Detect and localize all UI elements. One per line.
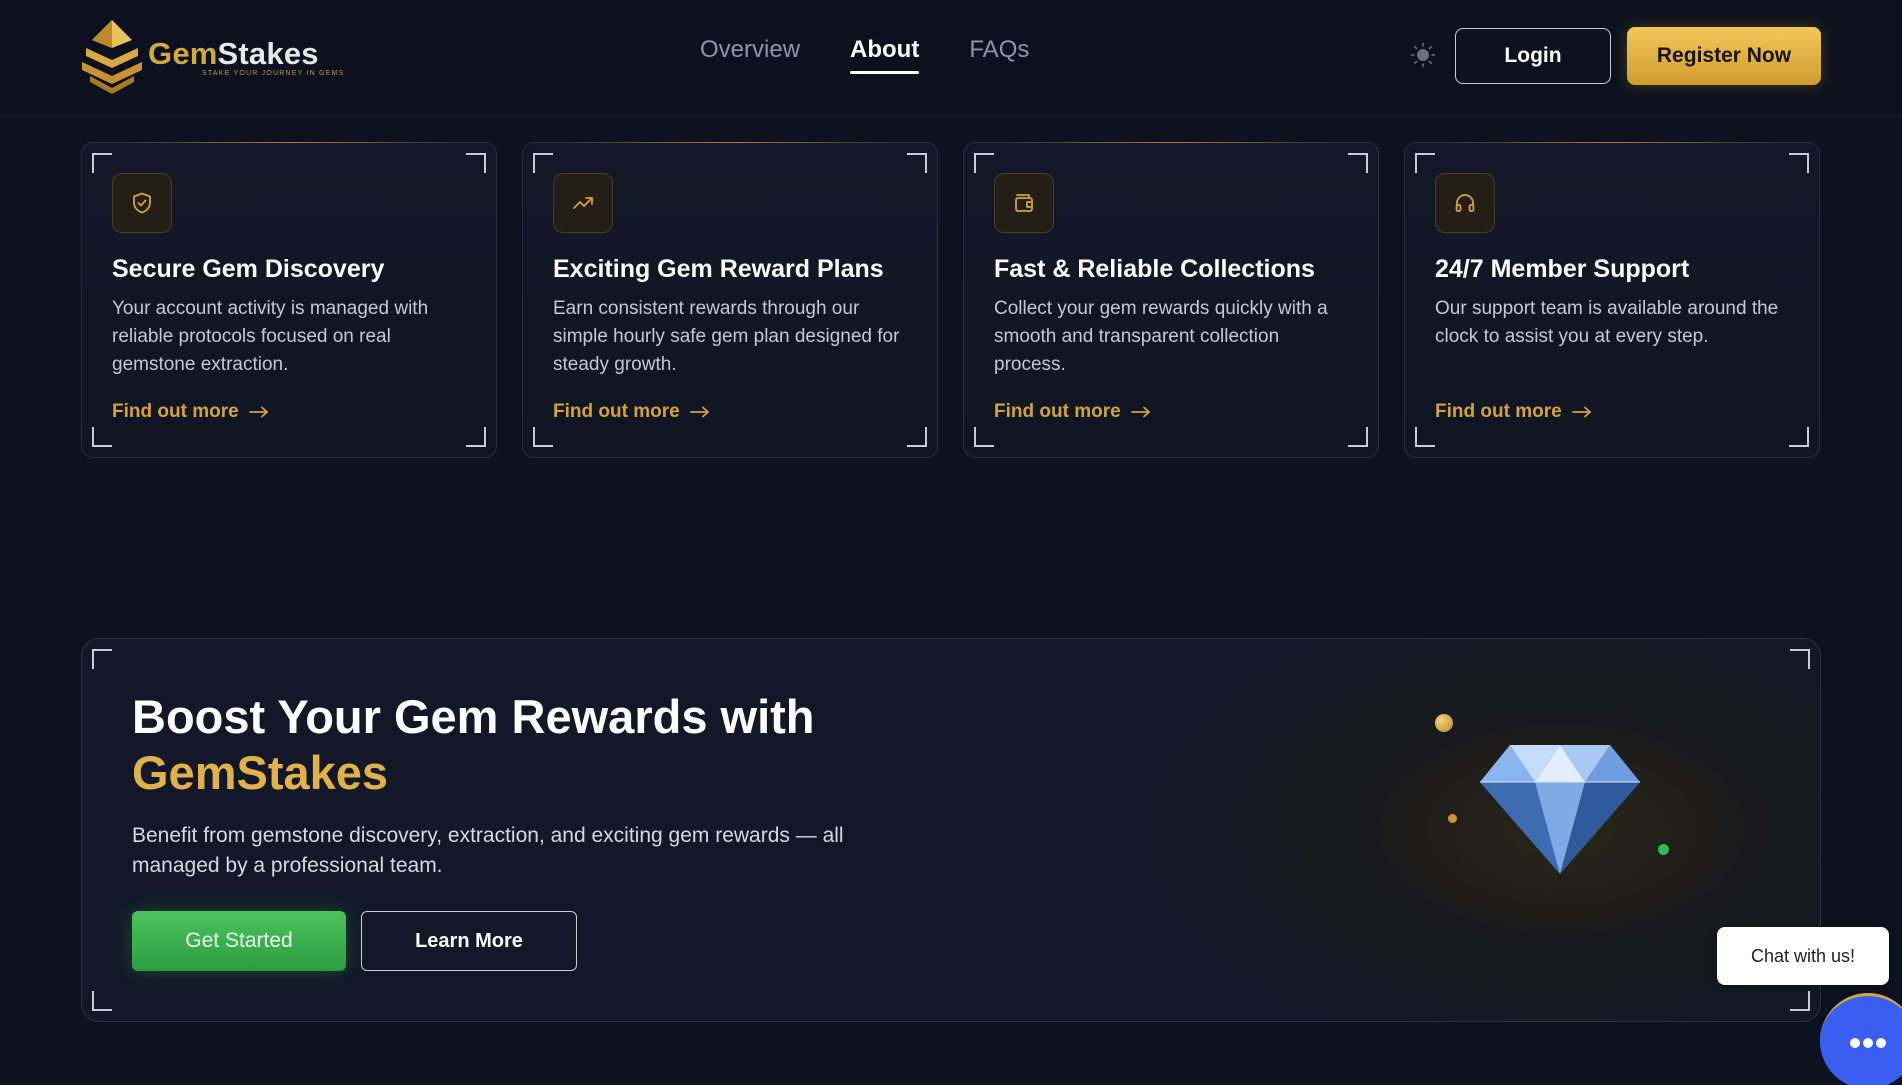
feature-card-secure-discovery: Secure Gem Discovery Your account activi… (81, 142, 497, 458)
main-nav: Overview About FAQs (700, 36, 1029, 74)
wallet-icon (994, 173, 1054, 233)
corner-bracket (974, 427, 994, 447)
link-label: Find out more (994, 401, 1121, 422)
chat-launcher-button[interactable] (1820, 993, 1902, 1085)
corner-bracket (92, 991, 112, 1011)
shield-icon (112, 173, 172, 233)
feature-card-collections: Fast & Reliable Collections Collect your… (963, 142, 1379, 458)
nav-about[interactable]: About (850, 36, 920, 74)
chat-dots-icon (1850, 1037, 1886, 1048)
corner-bracket (907, 153, 927, 173)
feature-description: Your account activity is managed with re… (112, 298, 429, 375)
brand-logo[interactable]: GemStakes STAKE YOUR JOURNEY IN GEMS (80, 18, 344, 94)
arrow-right-icon (248, 406, 269, 418)
corner-bracket (92, 153, 112, 173)
corner-bracket (1415, 153, 1435, 173)
site-header: GemStakes STAKE YOUR JOURNEY IN GEMS Ove… (0, 0, 1902, 116)
cta-banner: Boost Your Gem Rewards with GemStakes Be… (81, 638, 1821, 1022)
nav-overview[interactable]: Overview (700, 36, 800, 70)
cta-description: Benefit from gemstone discovery, extract… (132, 824, 844, 877)
diamond-icon (1480, 745, 1640, 874)
trending-up-icon (553, 173, 613, 233)
corner-bracket (1789, 153, 1809, 173)
find-out-more-link[interactable]: Find out more (112, 401, 269, 423)
register-button[interactable]: Register Now (1627, 27, 1821, 85)
nav-faqs[interactable]: FAQs (969, 36, 1029, 70)
corner-bracket (1415, 427, 1435, 447)
feature-card-reward-plans: Exciting Gem Reward Plans Earn consisten… (522, 142, 938, 458)
corner-bracket (907, 427, 927, 447)
feature-title: Secure Gem Discovery (112, 255, 385, 283)
get-started-button[interactable]: Get Started (132, 911, 346, 971)
logo-text: GemStakes STAKE YOUR JOURNEY IN GEMS (148, 36, 344, 77)
corner-bracket (466, 153, 486, 173)
corner-bracket (1790, 649, 1810, 669)
learn-more-button[interactable]: Learn More (361, 911, 577, 971)
gold-orb (1435, 714, 1453, 732)
feature-description: Our support team is available around the… (1435, 298, 1779, 347)
logo-gem-icon (82, 20, 142, 94)
feature-title: Exciting Gem Reward Plans (553, 255, 884, 283)
corner-bracket (533, 153, 553, 173)
find-out-more-link[interactable]: Find out more (553, 401, 710, 423)
cta-heading: Boost Your Gem Rewards with GemStakes (132, 689, 815, 801)
link-label: Find out more (553, 401, 680, 422)
chat-prompt-bubble[interactable]: Chat with us! (1717, 927, 1889, 985)
arrow-right-icon (1130, 406, 1151, 418)
corner-bracket (92, 427, 112, 447)
login-button[interactable]: Login (1455, 28, 1611, 84)
corner-bracket (533, 427, 553, 447)
find-out-more-link[interactable]: Find out more (1435, 401, 1592, 423)
corner-bracket (92, 649, 112, 669)
corner-bracket (974, 153, 994, 173)
sun-icon[interactable] (1410, 42, 1436, 68)
corner-bracket (1348, 427, 1368, 447)
arrow-right-icon (689, 406, 710, 418)
cta-heading-brand: GemStakes (132, 746, 389, 799)
feature-description: Earn consistent rewards through our simp… (553, 298, 900, 375)
corner-bracket (1348, 153, 1368, 173)
corner-bracket (1790, 991, 1810, 1011)
cta-heading-line1: Boost Your Gem Rewards with (132, 690, 815, 743)
feature-title: Fast & Reliable Collections (994, 255, 1315, 283)
find-out-more-link[interactable]: Find out more (994, 401, 1151, 423)
feature-title: 24/7 Member Support (1435, 255, 1690, 283)
brand-tagline: STAKE YOUR JOURNEY IN GEMS (202, 69, 345, 77)
brand-name-part2: Stakes (217, 35, 319, 71)
brand-name-part1: Gem (148, 35, 218, 71)
link-label: Find out more (1435, 401, 1562, 422)
feature-description: Collect your gem rewards quickly with a … (994, 298, 1328, 375)
link-label: Find out more (112, 401, 239, 422)
headphones-icon (1435, 173, 1495, 233)
feature-card-support: 24/7 Member Support Our support team is … (1404, 142, 1820, 458)
green-orb (1658, 844, 1669, 855)
brand-name: GemStakes (148, 36, 344, 72)
corner-bracket (1789, 427, 1809, 447)
arrow-right-icon (1571, 406, 1592, 418)
corner-bracket (466, 427, 486, 447)
gold-orb-small (1448, 814, 1457, 823)
